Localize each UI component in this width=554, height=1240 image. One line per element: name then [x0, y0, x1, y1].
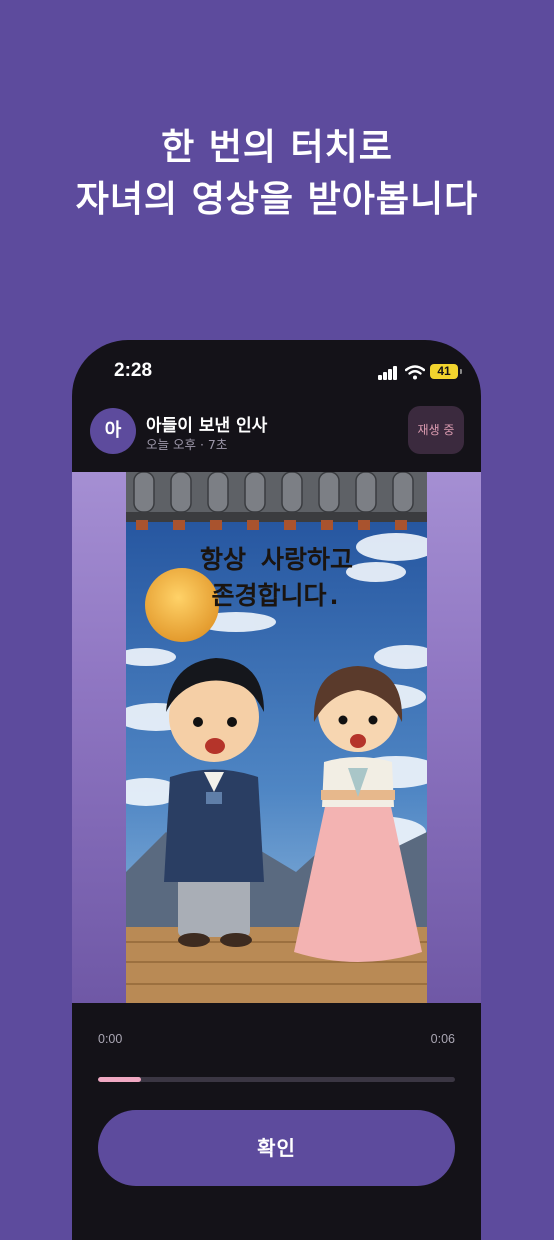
playing-status-button[interactable]: 재생 중	[408, 406, 464, 454]
phone-mockup: 2:28 41 아 아들이 보낸 인사 오늘 오후 · 7초 재생 중 항상 사…	[72, 340, 481, 1240]
playback-progress-fill	[98, 1077, 141, 1082]
video-caption-line-1: 항상 사랑하고	[199, 545, 354, 574]
status-time: 2:28	[114, 360, 153, 381]
current-time: 0:00	[98, 1032, 123, 1046]
playback-progress-bar[interactable]	[98, 1077, 455, 1082]
headline-line-2: 자녀의 영상을 받아봅니다	[75, 179, 479, 220]
video-caption: 항상 사랑하고 존경합니다.	[126, 542, 427, 614]
status-bar: 2:28 41	[72, 340, 481, 400]
video-caption-line-2: 존경합니다.	[211, 581, 342, 610]
message-header: 아 아들이 보낸 인사 오늘 오후 · 7초 재생 중	[72, 402, 481, 472]
cellular-signal-icon	[378, 366, 398, 380]
message-title: 아들이 보낸 인사	[146, 416, 268, 436]
playback-time-row: 0:00 0:06	[72, 1032, 481, 1052]
sender-avatar: 아	[90, 408, 136, 454]
video-player[interactable]: 항상 사랑하고 존경합니다.	[126, 472, 427, 1003]
confirm-button[interactable]: 확인	[98, 1110, 455, 1186]
message-subtitle: 오늘 오후 · 7초	[146, 437, 228, 452]
video-area: 항상 사랑하고 존경합니다.	[72, 472, 481, 1003]
battery-icon: 41	[430, 364, 458, 379]
headline-line-1: 한 번의 터치로	[161, 127, 393, 168]
total-time: 0:06	[430, 1032, 455, 1046]
headline: 한 번의 터치로 자녀의 영상을 받아봅니다	[0, 122, 554, 226]
battery-tip	[460, 369, 462, 374]
wifi-icon	[405, 365, 425, 380]
